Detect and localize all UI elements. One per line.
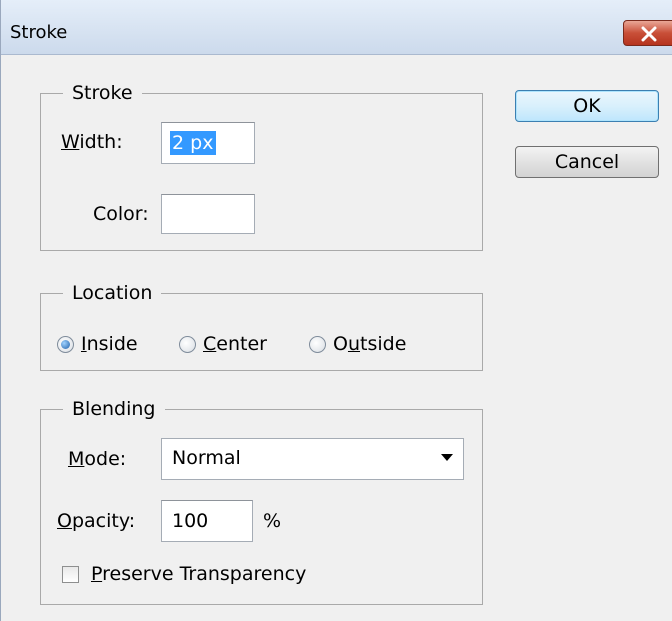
close-icon: [641, 26, 657, 42]
color-swatch[interactable]: [161, 194, 255, 234]
radio-center[interactable]: Center: [179, 333, 267, 355]
opacity-value: 100: [172, 510, 209, 532]
ok-button[interactable]: OK: [515, 90, 659, 122]
opacity-input[interactable]: 100: [161, 500, 253, 542]
window-title: Stroke: [10, 22, 68, 43]
preserve-transparency-checkbox[interactable]: [62, 566, 79, 583]
radio-outside-label: Outside: [333, 333, 407, 355]
cancel-button[interactable]: Cancel: [515, 146, 659, 178]
color-label: Color:: [93, 203, 149, 225]
chevron-down-icon: [441, 454, 453, 461]
radio-inside-button[interactable]: [57, 335, 74, 353]
radio-inside-label: Inside: [81, 333, 138, 355]
opacity-unit: %: [263, 510, 282, 532]
mode-select[interactable]: Normal: [161, 438, 464, 480]
radio-outside[interactable]: Outside: [309, 333, 406, 355]
mode-value: Normal: [172, 447, 241, 469]
location-group: Location: [40, 282, 483, 371]
preserve-transparency-label[interactable]: Preserve Transparency: [91, 563, 306, 585]
opacity-label: Opacity:: [57, 510, 136, 532]
radio-inside[interactable]: Inside: [57, 333, 138, 355]
blending-group-legend: Blending: [63, 398, 165, 420]
title-bar[interactable]: Stroke: [1, 0, 672, 55]
radio-outside-button[interactable]: [309, 335, 326, 353]
radio-center-label: Center: [203, 333, 267, 355]
width-value: 2 px: [170, 131, 217, 155]
width-label: Width:: [61, 131, 123, 153]
stroke-group-legend: Stroke: [63, 82, 142, 104]
close-button[interactable]: [623, 20, 672, 46]
radio-center-button[interactable]: [179, 335, 196, 353]
width-input[interactable]: 2 px: [161, 122, 255, 164]
stroke-group: Stroke: [40, 82, 483, 251]
stroke-dialog: Stroke Stroke Width: 2 px Color: OK Canc…: [0, 0, 672, 621]
location-group-legend: Location: [63, 282, 162, 304]
mode-label: Mode:: [68, 448, 127, 470]
